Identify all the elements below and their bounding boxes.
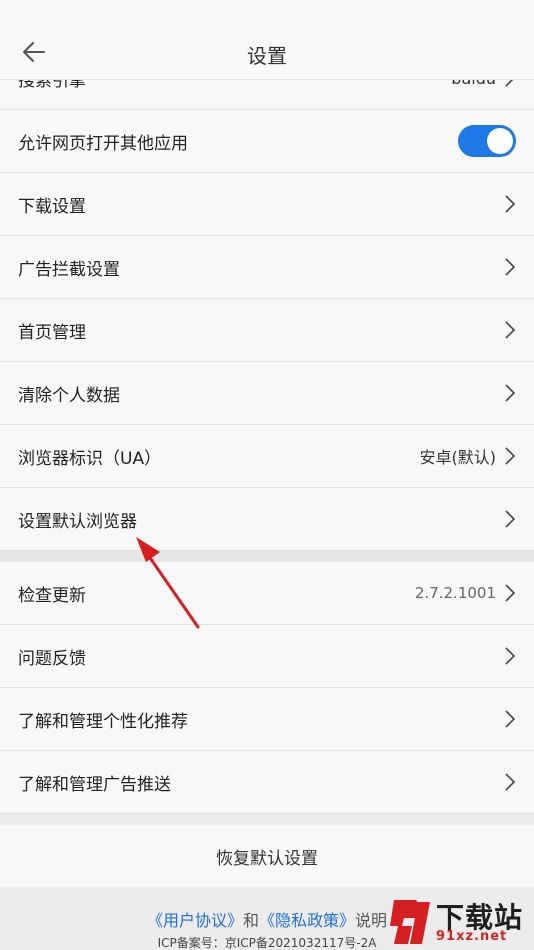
setting-value: 安卓(默认) <box>419 448 497 467</box>
setting-label: 问题反馈 <box>18 648 86 669</box>
setting-row-feedback[interactable]: 问题反馈 <box>0 625 534 688</box>
setting-label: 首页管理 <box>18 322 86 343</box>
chevron-right-icon <box>504 772 516 792</box>
chevron-right-icon <box>504 509 516 529</box>
user-agreement-link[interactable]: 《用户协议》 <box>147 911 243 930</box>
section-divider <box>0 551 534 562</box>
chevron-right-icon <box>504 257 516 277</box>
chevron-right-icon <box>504 446 516 466</box>
header-bar: 设置 <box>0 0 534 80</box>
footer-explain-text: 说明 <box>355 911 388 930</box>
settings-list[interactable]: 搜索引擎 baidu 允许网页打开其他应用 下载设置 广告拦截设置 首页管理 清… <box>0 47 534 950</box>
version-value: 2.7.2.1001 <box>414 584 496 602</box>
setting-row-homepage[interactable]: 首页管理 <box>0 299 534 362</box>
chevron-right-icon <box>504 320 516 340</box>
watermark-logo: 下载站 91xz.net <box>388 896 530 948</box>
setting-row-download[interactable]: 下载设置 <box>0 173 534 236</box>
setting-label: 清除个人数据 <box>18 385 120 406</box>
setting-label: 检查更新 <box>18 585 86 606</box>
toggle-switch[interactable] <box>458 125 516 157</box>
setting-label: 了解和管理广告推送 <box>18 774 171 795</box>
page-title: 设置 <box>247 44 287 68</box>
chevron-right-icon <box>504 194 516 214</box>
setting-label: 允许网页打开其他应用 <box>18 133 188 154</box>
setting-row-user-agent[interactable]: 浏览器标识（UA） 安卓(默认) <box>0 425 534 488</box>
chevron-right-icon <box>504 646 516 666</box>
chevron-right-icon <box>504 709 516 729</box>
setting-row-default-browser[interactable]: 设置默认浏览器 <box>0 488 534 551</box>
chevron-right-icon <box>504 383 516 403</box>
setting-row-adblock[interactable]: 广告拦截设置 <box>0 236 534 299</box>
setting-row-clear-data[interactable]: 清除个人数据 <box>0 362 534 425</box>
setting-label: 广告拦截设置 <box>18 259 120 280</box>
privacy-policy-link[interactable]: 《隐私政策》 <box>259 911 355 930</box>
settings-section-main: 搜索引擎 baidu 允许网页打开其他应用 下载设置 广告拦截设置 首页管理 清… <box>0 47 534 551</box>
footer-and-text: 和 <box>242 911 259 930</box>
chevron-right-icon <box>504 583 516 603</box>
watermark-url: 91xz.net <box>436 929 508 944</box>
setting-label: 了解和管理个性化推荐 <box>18 711 188 732</box>
setting-label: 下载设置 <box>18 196 86 217</box>
settings-section-about: 检查更新 2.7.2.1001 问题反馈 了解和管理个性化推荐 了解和管理广告推… <box>0 562 534 814</box>
setting-row-personalized-recommend[interactable]: 了解和管理个性化推荐 <box>0 688 534 751</box>
setting-row-ad-push[interactable]: 了解和管理广告推送 <box>0 751 534 814</box>
setting-row-allow-open-apps[interactable]: 允许网页打开其他应用 <box>0 110 534 173</box>
setting-row-check-update[interactable]: 检查更新 2.7.2.1001 <box>0 562 534 625</box>
watermark-91-icon <box>390 900 430 944</box>
setting-label: 设置默认浏览器 <box>18 511 137 532</box>
reset-defaults-button[interactable]: 恢复默认设置 <box>0 825 534 887</box>
toggle-knob <box>487 128 513 154</box>
setting-label: 浏览器标识（UA） <box>18 448 162 469</box>
